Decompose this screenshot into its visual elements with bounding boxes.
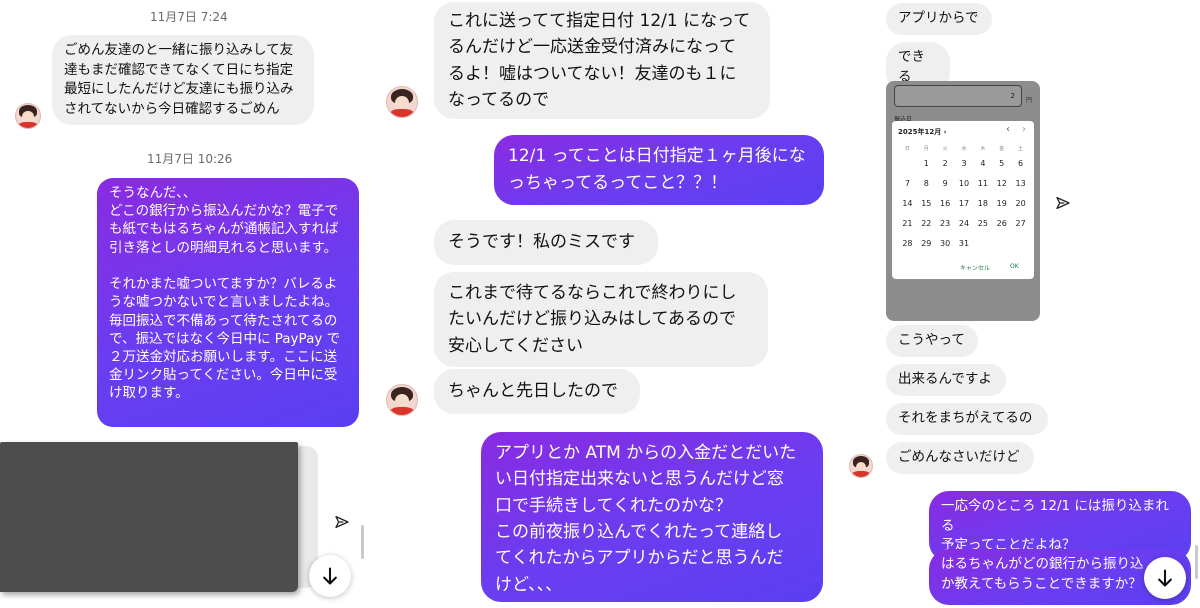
calendar-day: 26 xyxy=(996,218,1007,228)
arrow-down-icon xyxy=(1158,569,1172,587)
avatar[interactable] xyxy=(386,384,418,416)
calendar-day: 28 xyxy=(902,238,913,248)
timestamp: 11月7日 7:24 xyxy=(150,10,228,24)
calendar-day: 21 xyxy=(902,218,913,228)
timestamp: 11月7日 10:26 xyxy=(147,152,233,166)
calendar-day: 18 xyxy=(977,198,988,208)
calendar-day: 24 xyxy=(958,218,970,228)
avatar[interactable] xyxy=(15,103,41,129)
scroll-down-button[interactable] xyxy=(1144,557,1186,599)
calendar-day: 11 xyxy=(977,178,988,188)
calendar-day: 7 xyxy=(904,178,910,188)
paper-plane-icon[interactable] xyxy=(327,507,357,537)
calendar-day: 1 xyxy=(923,158,929,168)
calendar-day: 14 xyxy=(902,198,913,208)
incoming-message[interactable]: ちゃんと先日したので xyxy=(434,369,640,414)
avatar[interactable] xyxy=(849,454,873,478)
chat-panel-2: これに送ってて指定日付 12/1 になって るんだけど一応送金受付済みになって … xyxy=(366,0,840,608)
shared-screenshot[interactable]: 2 円 振込日 2025年12月 › ‹ › 日月火水木金土1234567891… xyxy=(886,81,1040,321)
outgoing-message[interactable]: そうなんだ、、 どこの銀行から振込んだかな？電子で も紙でもはるちゃんが通帳記入… xyxy=(97,178,359,427)
calendar-day: 3 xyxy=(961,158,967,168)
calendar-day: 9 xyxy=(942,178,948,188)
incoming-message[interactable]: ごめん友達のと一緒に振り込みして友 達もまだ確認できてなくて日にち指定 最短にし… xyxy=(52,35,314,126)
calendar-day: 10 xyxy=(958,178,970,188)
calendar-weekday: 木 xyxy=(980,145,986,152)
calendar-day: 23 xyxy=(940,218,951,228)
calendar-week-row: 1 2 3 4 5 6 xyxy=(898,153,1030,173)
calendar-day: 31 xyxy=(958,238,970,248)
calendar-weekday: 火 xyxy=(942,145,948,152)
incoming-message[interactable]: アプリからで xyxy=(886,3,992,35)
calendar-weekday: 水 xyxy=(961,145,967,152)
incoming-message[interactable]: そうです！私のミスです xyxy=(434,220,658,265)
calendar-day: 8 xyxy=(923,178,929,188)
chat-panel-3: アプリからで できる 2 円 振込日 2025年12月 › ‹ › 日月火水木金… xyxy=(840,0,1200,608)
calendar-weekday: 土 xyxy=(1018,145,1024,152)
calendar-grid: 日月火水木金土 1 2 3 4 5 6 7 8 9 10 11 12 13 14 15 16 17 18 19 20 21… xyxy=(898,143,1030,253)
incoming-message[interactable]: それをまちがえてるの xyxy=(886,403,1048,435)
cancel-button: キャンセル xyxy=(960,265,991,272)
chevron-left-icon: ‹ xyxy=(1006,124,1010,135)
arrow-down-icon xyxy=(323,567,337,585)
calendar-day: 19 xyxy=(996,198,1007,208)
calendar-day: 29 xyxy=(921,238,932,248)
redaction-box xyxy=(0,442,298,592)
calendar-day: 17 xyxy=(958,198,970,208)
calendar-day: 16 xyxy=(940,198,951,208)
chevron-right-icon: › xyxy=(1022,124,1026,135)
calendar-month: 2025年12月 › xyxy=(898,128,947,136)
calendar-day: 6 xyxy=(1018,158,1024,168)
chat-panel-1: 11月7日 7:24 ごめん友達のと一緒に振り込みして友 達もまだ確認できてなく… xyxy=(0,0,366,608)
calendar-weekday-row: 日月火水木金土 xyxy=(898,143,1030,153)
incoming-message[interactable]: これに送ってて指定日付 12/1 になって るんだけど一応送金受付済みになって … xyxy=(434,2,770,120)
calendar-weekday: 月 xyxy=(923,145,929,152)
calendar-day: 4 xyxy=(980,158,986,168)
currency-label: 円 xyxy=(1026,97,1033,104)
calendar-day: 15 xyxy=(921,198,932,208)
calendar-day: 22 xyxy=(921,218,932,228)
scroll-down-button[interactable] xyxy=(309,555,351,597)
outgoing-message[interactable]: アプリとか ATM からの入金だとだいた い日付指定出来ないと思うんだけど窓 口… xyxy=(481,432,823,602)
incoming-message[interactable]: 出来るんですよ xyxy=(886,364,1006,396)
calendar-day: 25 xyxy=(977,218,988,228)
calendar-day: 27 xyxy=(1015,218,1026,228)
calendar-day: 12 xyxy=(996,178,1007,188)
calendar-week-row: 21 22 23 24 25 26 27 xyxy=(898,213,1030,233)
calendar-weekday: 金 xyxy=(999,145,1005,152)
calendar-picker: 2025年12月 › ‹ › 日月火水木金土 1 2 3 4 5 6 7 8 9 10 11 12 13 1… xyxy=(892,121,1034,279)
incoming-message[interactable]: こうやって xyxy=(886,325,978,357)
calendar-day: 30 xyxy=(940,238,951,248)
amount-field: 2 xyxy=(894,85,1022,107)
avatar[interactable] xyxy=(386,86,418,118)
incoming-message[interactable]: これまで待てるならこれで終わりにし たいんだけど振り込みはしてあるので 安心して… xyxy=(434,272,768,368)
paper-plane-icon[interactable] xyxy=(1048,188,1078,218)
calendar-day: 5 xyxy=(999,158,1005,168)
ok-button: OK xyxy=(1010,263,1019,270)
outgoing-message[interactable]: 12/1 ってことは日付指定１ヶ月後にな っちゃってるってこと？？！ xyxy=(494,135,824,206)
incoming-message[interactable]: ごめんなさいだけど xyxy=(886,442,1034,474)
scrollbar[interactable] xyxy=(361,525,364,559)
calendar-week-row: 7 8 9 10 11 12 13 xyxy=(898,173,1030,193)
scrollbar[interactable] xyxy=(1195,545,1198,579)
calendar-day: 2 xyxy=(942,158,948,168)
calendar-weekday: 日 xyxy=(904,145,910,152)
calendar-day: 13 xyxy=(1015,178,1026,188)
calendar-week-row: 28 29 30 31 xyxy=(898,233,1030,253)
calendar-day: 20 xyxy=(1015,198,1026,208)
calendar-week-row: 14 15 16 17 18 19 20 xyxy=(898,193,1030,213)
